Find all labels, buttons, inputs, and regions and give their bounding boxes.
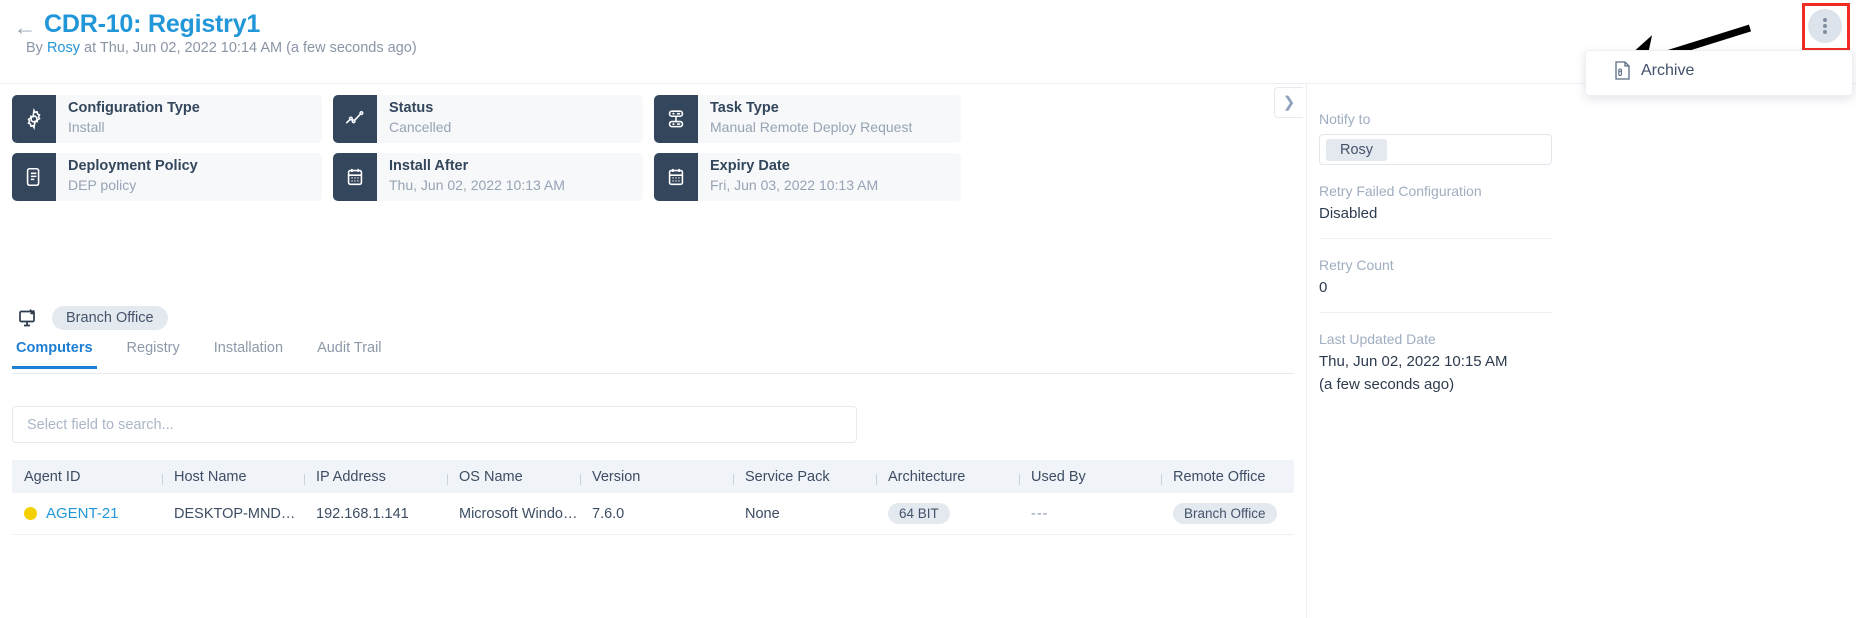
card-label: Deployment Policy bbox=[68, 158, 198, 174]
remote-office-chip[interactable]: Branch Office bbox=[52, 306, 168, 330]
retry-count-section: Retry Count 0 bbox=[1319, 254, 1564, 313]
column-header-os-name[interactable]: OS Name bbox=[447, 469, 580, 485]
column-header-version[interactable]: Version bbox=[580, 469, 733, 485]
page-title: CDR-10: Registry1 bbox=[44, 10, 261, 38]
search-field-wrapper[interactable] bbox=[12, 406, 857, 443]
table-header-row: Agent ID Host Name IP Address OS Name Ve… bbox=[12, 460, 1294, 493]
byline-prefix: By bbox=[26, 40, 47, 56]
column-header-remote-office[interactable]: Remote Office bbox=[1161, 469, 1294, 485]
remote-office-row: Branch Office bbox=[16, 306, 168, 330]
page-header: ← CDR-10: Registry1 By Rosy at Thu, Jun … bbox=[0, 0, 1856, 84]
menu-item-archive-label: Archive bbox=[1641, 61, 1695, 79]
card-deployment-policy: Deployment Policy DEP policy bbox=[12, 153, 322, 201]
remote-office-pill: Branch Office bbox=[1173, 503, 1277, 524]
cell-ip-address: 192.168.1.141 bbox=[316, 505, 409, 522]
agent-id-link[interactable]: AGENT-21 bbox=[46, 505, 119, 522]
card-label: Expiry Date bbox=[710, 158, 790, 174]
tab-bar: Computers Registry Installation Audit Tr… bbox=[12, 340, 1294, 374]
calendar-icon bbox=[333, 153, 377, 201]
main-content: Configuration Type Install Status Cancel… bbox=[0, 84, 1307, 618]
retry-count-label: Retry Count bbox=[1319, 257, 1394, 273]
last-updated-label: Last Updated Date bbox=[1319, 331, 1436, 347]
card-value: Cancelled bbox=[389, 119, 452, 135]
back-arrow-icon[interactable]: ← bbox=[12, 14, 38, 40]
cell-architecture: 64 BIT bbox=[876, 503, 1019, 524]
last-updated-relative: (a few seconds ago) bbox=[1319, 376, 1455, 393]
byline-suffix: at Thu, Jun 02, 2022 10:14 AM (a few sec… bbox=[80, 40, 417, 56]
cell-host-name: DESKTOP-MNDP83I bbox=[174, 505, 304, 522]
retry-failed-label: Retry Failed Configuration bbox=[1319, 183, 1482, 199]
card-configuration-type: Configuration Type Install bbox=[12, 95, 322, 143]
search-input[interactable] bbox=[13, 407, 856, 442]
divider bbox=[1319, 312, 1552, 313]
menu-item-archive[interactable]: Archive bbox=[1614, 61, 1694, 80]
calendar-icon bbox=[654, 153, 698, 201]
cell-version: 7.6.0 bbox=[592, 505, 625, 522]
details-list: Notify to Rosy Retry Failed Configuratio… bbox=[1319, 108, 1564, 396]
retry-failed-value: Disabled bbox=[1319, 205, 1378, 222]
archive-file-icon bbox=[1615, 61, 1630, 80]
notify-to-label: Notify to bbox=[1319, 111, 1371, 127]
retry-failed-section: Retry Failed Configuration Disabled bbox=[1319, 180, 1564, 239]
card-install-after: Install After Thu, Jun 02, 2022 10:13 AM bbox=[333, 153, 643, 201]
tab-registry[interactable]: Registry bbox=[123, 340, 184, 366]
architecture-pill: 64 BIT bbox=[888, 503, 950, 524]
card-value: Thu, Jun 02, 2022 10:13 AM bbox=[389, 177, 565, 193]
card-value: Manual Remote Deploy Request bbox=[710, 119, 913, 135]
column-header-service-pack[interactable]: Service Pack bbox=[733, 469, 876, 485]
last-updated-value: Thu, Jun 02, 2022 10:15 AM bbox=[1319, 353, 1508, 370]
summary-cards-row-2: Deployment Policy DEP policy Install Aft… bbox=[12, 153, 1296, 201]
chevron-right-icon[interactable]: ❯ bbox=[1274, 87, 1303, 118]
card-label: Configuration Type bbox=[68, 100, 200, 116]
cell-remote-office: Branch Office bbox=[1161, 503, 1294, 524]
byline: By Rosy at Thu, Jun 02, 2022 10:14 AM (a… bbox=[26, 40, 417, 56]
card-expiry-date: Expiry Date Fri, Jun 03, 2022 10:13 AM bbox=[654, 153, 961, 201]
computers-table: Agent ID Host Name IP Address OS Name Ve… bbox=[12, 460, 1294, 535]
card-value: DEP policy bbox=[68, 177, 137, 193]
line-chart-icon bbox=[333, 95, 377, 143]
card-label: Status bbox=[389, 100, 434, 116]
card-value: Fri, Jun 03, 2022 10:13 AM bbox=[710, 177, 879, 193]
summary-cards: Configuration Type Install Status Cancel… bbox=[12, 95, 1296, 211]
card-label: Install After bbox=[389, 158, 469, 174]
status-dot-icon bbox=[24, 507, 37, 520]
last-updated-section: Last Updated Date Thu, Jun 02, 2022 10:1… bbox=[1319, 328, 1564, 396]
card-status: Status Cancelled bbox=[333, 95, 643, 143]
card-label: Task Type bbox=[710, 100, 779, 116]
byline-user-link[interactable]: Rosy bbox=[47, 40, 80, 56]
remote-desktop-icon bbox=[19, 309, 35, 327]
table-row[interactable]: AGENT-21 DESKTOP-MNDP83I 192.168.1.141 M… bbox=[12, 493, 1294, 535]
column-header-host-name[interactable]: Host Name bbox=[162, 469, 304, 485]
actions-dropdown-menu: Archive bbox=[1585, 50, 1853, 96]
details-side-panel: ❯ Notify to Rosy Retry Failed Configurat… bbox=[1274, 84, 1856, 618]
column-header-architecture[interactable]: Architecture bbox=[876, 469, 1019, 485]
more-vertical-icon[interactable] bbox=[1808, 9, 1842, 43]
task-list-icon bbox=[654, 95, 698, 143]
summary-cards-row-1: Configuration Type Install Status Cancel… bbox=[12, 95, 1296, 143]
gear-icon bbox=[12, 95, 56, 143]
notify-to-field[interactable]: Rosy bbox=[1319, 134, 1552, 165]
column-header-used-by[interactable]: Used By bbox=[1019, 469, 1161, 485]
tab-installation[interactable]: Installation bbox=[210, 340, 287, 366]
cell-service-pack: None bbox=[745, 505, 780, 522]
cell-used-by: --- bbox=[1031, 505, 1049, 522]
cell-os-name: Microsoft Windows … bbox=[459, 505, 580, 522]
cell-agent-id: AGENT-21 bbox=[12, 505, 162, 522]
card-task-type: Task Type Manual Remote Deploy Request bbox=[654, 95, 961, 143]
card-value: Install bbox=[68, 119, 105, 135]
column-header-ip-address[interactable]: IP Address bbox=[304, 469, 447, 485]
column-header-agent-id[interactable]: Agent ID bbox=[12, 469, 162, 485]
more-options-button[interactable] bbox=[1808, 9, 1844, 45]
document-icon bbox=[12, 153, 56, 201]
tab-computers[interactable]: Computers bbox=[12, 340, 97, 369]
retry-count-value: 0 bbox=[1319, 279, 1328, 296]
notify-to-chip: Rosy bbox=[1326, 138, 1388, 161]
tab-audit-trail[interactable]: Audit Trail bbox=[313, 340, 385, 366]
divider bbox=[1319, 238, 1552, 239]
